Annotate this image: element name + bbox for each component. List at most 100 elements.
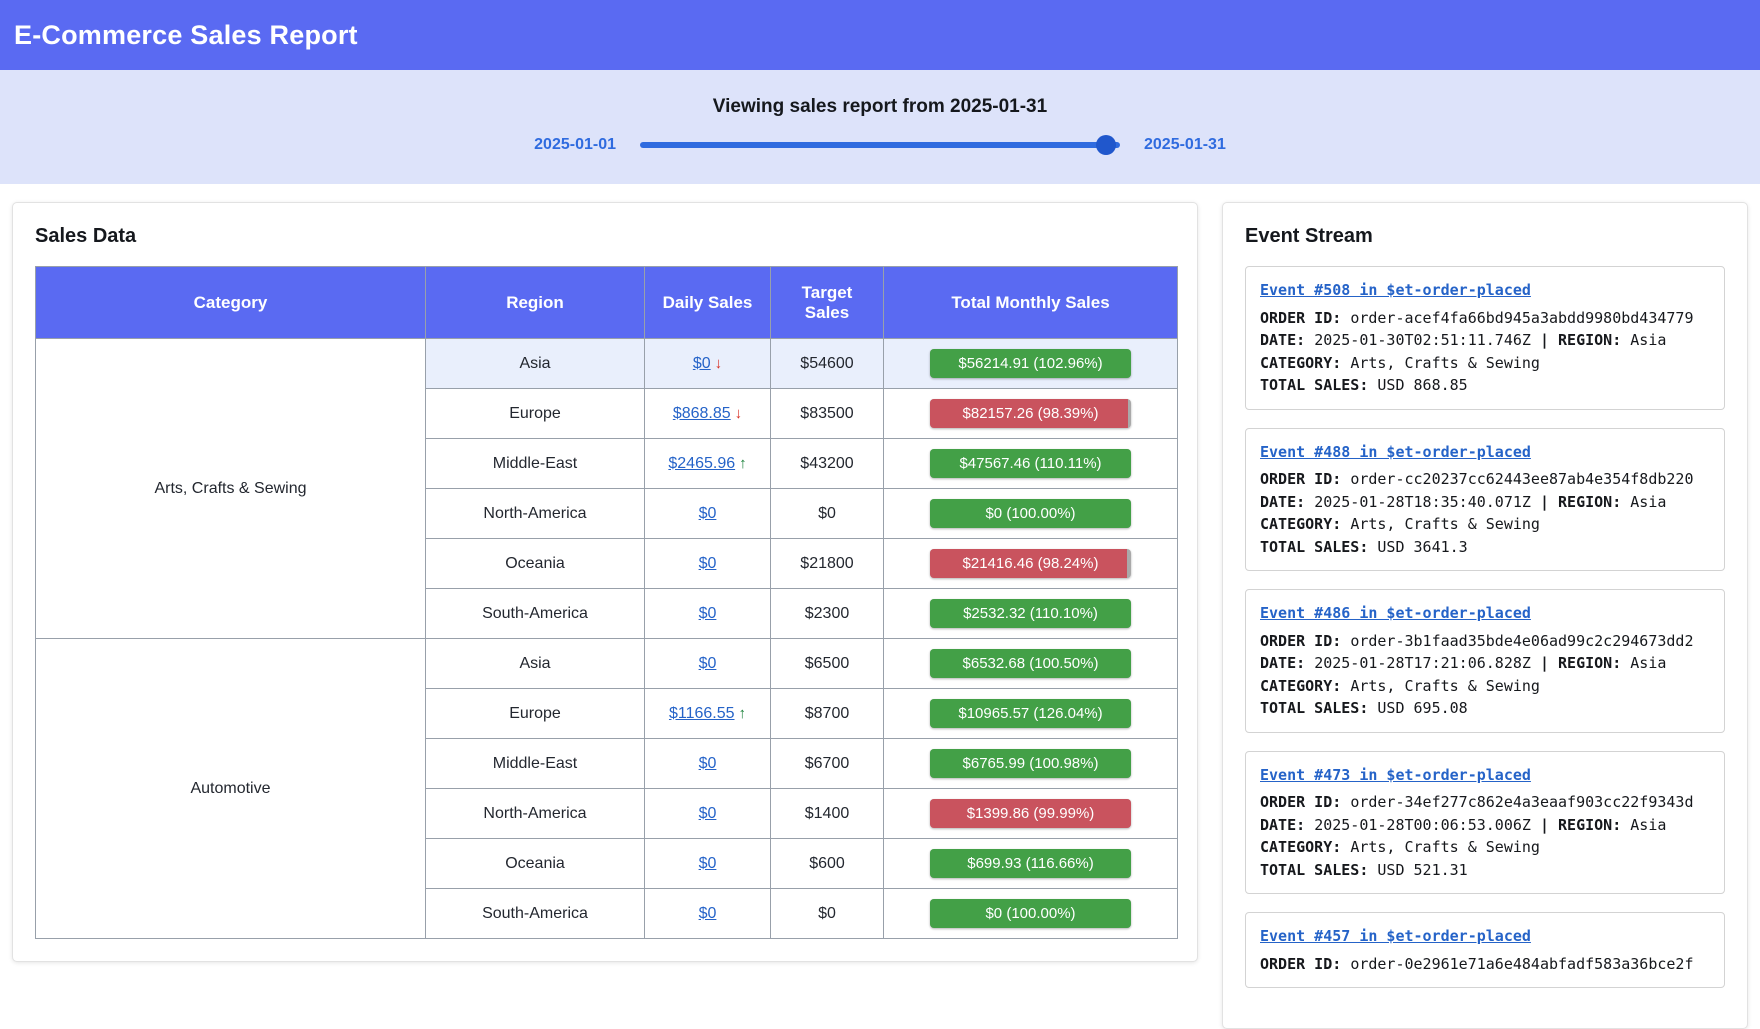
daily-sales-link[interactable]: $2465.96 <box>668 455 735 472</box>
region-cell: South-America <box>426 889 645 939</box>
daily-sales-link[interactable]: $0 <box>699 605 717 622</box>
date-filter-section: Viewing sales report from 2025-01-31 202… <box>0 70 1760 184</box>
total-sales-line: TOTAL SALES: USD 3641.3 <box>1260 536 1710 559</box>
monthly-sales-badge: $82157.26 (98.39%) <box>930 399 1131 428</box>
daily-sales-link[interactable]: $0 <box>699 505 717 522</box>
order-id-line: ORDER ID: order-cc20237cc62443ee87ab4e35… <box>1260 468 1710 491</box>
col-header-category: Category <box>36 267 426 339</box>
filter-title: Viewing sales report from 2025-01-31 <box>0 96 1760 118</box>
badge-label: $10965.57 (126.04%) <box>930 699 1131 728</box>
total-sales-cell: $82157.26 (98.39%) <box>884 389 1178 439</box>
region-cell: Oceania <box>426 539 645 589</box>
daily-sales-link[interactable]: $0 <box>693 355 711 372</box>
category-label: CATEGORY: <box>1260 354 1341 372</box>
col-header-daily-sales: Daily Sales <box>645 267 771 339</box>
total-sales-cell: $56214.91 (102.96%) <box>884 339 1178 389</box>
total-sales-cell: $0 (100.00%) <box>884 889 1178 939</box>
daily-sales-link[interactable]: $0 <box>699 855 717 872</box>
total-sales-cell: $6532.68 (100.50%) <box>884 639 1178 689</box>
daily-sales-link[interactable]: $0 <box>699 905 717 922</box>
event-link[interactable]: Event #473 in $et-order-placed <box>1260 764 1531 787</box>
event-card: Event #473 in $et-order-placed ORDER ID:… <box>1245 751 1725 895</box>
page-title: E-Commerce Sales Report <box>14 20 358 51</box>
date-region-line: DATE: 2025-01-30T02:51:11.746Z | REGION:… <box>1260 329 1710 352</box>
badge-label: $56214.91 (102.96%) <box>930 349 1131 378</box>
event-card: Event #488 in $et-order-placed ORDER ID:… <box>1245 428 1725 572</box>
sales-table: Category Region Daily Sales Target Sales… <box>35 266 1178 939</box>
total-sales-line: TOTAL SALES: USD 521.31 <box>1260 859 1710 882</box>
badge-label: $82157.26 (98.39%) <box>930 399 1131 428</box>
category-label: CATEGORY: <box>1260 515 1341 533</box>
date-value: 2025-01-30T02:51:11.746Z <box>1314 331 1531 349</box>
daily-sales-cell: $0 <box>645 589 771 639</box>
col-header-target-sales: Target Sales <box>771 267 884 339</box>
daily-sales-link[interactable]: $0 <box>699 655 717 672</box>
monthly-sales-badge: $6765.99 (100.98%) <box>930 749 1131 778</box>
date-slider-thumb[interactable] <box>1096 135 1116 155</box>
daily-sales-cell: $0 <box>645 489 771 539</box>
target-sales-cell: $6500 <box>771 639 884 689</box>
event-card: Event #508 in $et-order-placed ORDER ID:… <box>1245 266 1725 410</box>
events-list: Event #508 in $et-order-placed ORDER ID:… <box>1245 266 1725 988</box>
category-label: CATEGORY: <box>1260 838 1341 856</box>
daily-sales-cell: $0 <box>645 639 771 689</box>
event-card: Event #457 in $et-order-placed ORDER ID:… <box>1245 912 1725 988</box>
daily-sales-link[interactable]: $0 <box>699 555 717 572</box>
monthly-sales-badge: $699.93 (116.66%) <box>930 849 1131 878</box>
badge-label: $699.93 (116.66%) <box>930 849 1131 878</box>
region-value: Asia <box>1630 816 1666 834</box>
daily-sales-cell: $0 <box>645 839 771 889</box>
region-cell: Oceania <box>426 839 645 889</box>
region-cell: Europe <box>426 389 645 439</box>
monthly-sales-badge: $47567.46 (110.11%) <box>930 449 1131 478</box>
slider-start-label: 2025-01-01 <box>534 136 616 154</box>
event-stream-panel: Event Stream Event #508 in $et-order-pla… <box>1222 202 1748 1029</box>
total-sales-cell: $699.93 (116.66%) <box>884 839 1178 889</box>
region-cell: North-America <box>426 489 645 539</box>
sales-table-body: Arts, Crafts & Sewing Asia $0↓ $54600 $5… <box>36 339 1178 939</box>
daily-sales-link[interactable]: $0 <box>699 755 717 772</box>
event-link[interactable]: Event #488 in $et-order-placed <box>1260 441 1531 464</box>
target-sales-cell: $2300 <box>771 589 884 639</box>
order-id-line: ORDER ID: order-3b1faad35bde4e06ad99c2c2… <box>1260 630 1710 653</box>
badge-label: $47567.46 (110.11%) <box>930 449 1131 478</box>
main-content: Sales Data Category Region Daily Sales T… <box>0 184 1760 1029</box>
date-label: DATE: <box>1260 493 1305 511</box>
category-label: CATEGORY: <box>1260 677 1341 695</box>
target-sales-cell: $83500 <box>771 389 884 439</box>
total-sales-cell: $6765.99 (100.98%) <box>884 739 1178 789</box>
region-cell: Asia <box>426 339 645 389</box>
daily-sales-link[interactable]: $0 <box>699 805 717 822</box>
total-sales-line: TOTAL SALES: USD 868.85 <box>1260 374 1710 397</box>
total-sales-label: TOTAL SALES: <box>1260 376 1368 394</box>
badge-label: $0 (100.00%) <box>930 899 1131 928</box>
total-sales-label: TOTAL SALES: <box>1260 861 1368 879</box>
monthly-sales-badge: $56214.91 (102.96%) <box>930 349 1131 378</box>
event-link[interactable]: Event #457 in $et-order-placed <box>1260 925 1531 948</box>
event-link[interactable]: Event #486 in $et-order-placed <box>1260 602 1531 625</box>
target-sales-cell: $0 <box>771 889 884 939</box>
category-line: CATEGORY: Arts, Crafts & Sewing <box>1260 352 1710 375</box>
date-slider[interactable] <box>640 142 1120 148</box>
target-sales-cell: $0 <box>771 489 884 539</box>
order-id-value: order-0e2961e71a6e484abfadf583a36bce2f <box>1350 955 1693 973</box>
date-value: 2025-01-28T18:35:40.071Z <box>1314 493 1531 511</box>
total-sales-label: TOTAL SALES: <box>1260 538 1368 556</box>
badge-label: $2532.32 (110.10%) <box>930 599 1131 628</box>
total-sales-cell: $10965.57 (126.04%) <box>884 689 1178 739</box>
order-id-value: order-acef4fa66bd945a3abdd9980bd434779 <box>1350 309 1693 327</box>
daily-sales-link[interactable]: $868.85 <box>673 405 731 422</box>
daily-sales-cell: $0↓ <box>645 339 771 389</box>
region-cell: Asia <box>426 639 645 689</box>
daily-sales-link[interactable]: $1166.55 <box>669 705 735 722</box>
date-value: 2025-01-28T00:06:53.006Z <box>1314 816 1531 834</box>
target-sales-cell: $1400 <box>771 789 884 839</box>
daily-sales-cell: $0 <box>645 539 771 589</box>
category-value: Arts, Crafts & Sewing <box>1350 838 1540 856</box>
order-id-value: order-3b1faad35bde4e06ad99c2c294673dd2 <box>1350 632 1693 650</box>
trend-down-icon: ↓ <box>715 355 723 372</box>
total-sales-value: USD 695.08 <box>1377 699 1467 717</box>
table-header-row: Category Region Daily Sales Target Sales… <box>36 267 1178 339</box>
event-link[interactable]: Event #508 in $et-order-placed <box>1260 279 1531 302</box>
slider-end-label: 2025-01-31 <box>1144 136 1226 154</box>
